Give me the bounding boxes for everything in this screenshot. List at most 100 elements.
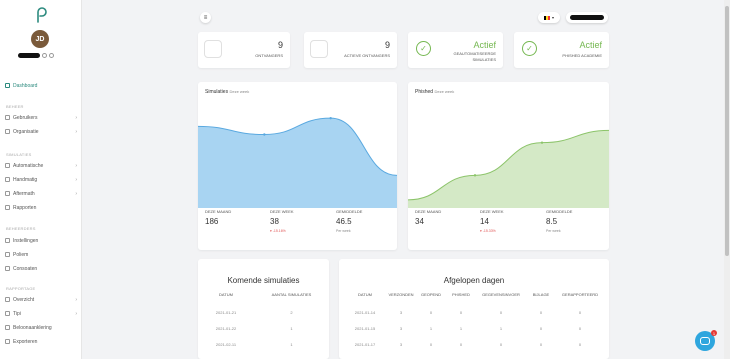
data-point[interactable] xyxy=(329,116,332,120)
stat-card-automated-simulations: ✓ Actief GEAUTOMATISEERDE SIMULATIES xyxy=(408,32,503,68)
chevron-right-icon: › xyxy=(75,176,77,183)
sidebar-item-automatische[interactable]: Automatische › xyxy=(5,161,77,170)
column-header: GERAPPORTEERD xyxy=(561,292,599,297)
link-icon xyxy=(5,266,10,271)
data-point[interactable] xyxy=(473,174,477,177)
sidebar-item-organisatie[interactable]: Organisatie › xyxy=(5,127,77,136)
chart-area xyxy=(198,118,397,208)
column-header: DATUM xyxy=(219,292,233,297)
user-name-redacted xyxy=(18,52,40,58)
table-cell: 2021-01-22 xyxy=(215,326,237,331)
chart-subtitle: Deze week xyxy=(229,89,250,94)
metric-week: DEZE WEEK 14 ▾ -15.33% xyxy=(480,209,504,233)
metric-month: DEZE MAAND 186 xyxy=(205,209,231,226)
sidebar-item-overzicht[interactable]: Overzicht › xyxy=(5,295,77,304)
table-cell: 1 xyxy=(499,326,503,331)
menu-toggle-button[interactable]: ≡ xyxy=(200,12,211,23)
table-cell: 3 xyxy=(399,342,403,347)
sidebar-item-label: Gebruikers xyxy=(13,114,38,121)
table-title: Afgelopen dagen xyxy=(443,276,505,285)
stat-value: Actief xyxy=(579,40,602,50)
data-point[interactable] xyxy=(540,141,544,144)
home-icon xyxy=(5,83,10,88)
metric-average: GEMIDDELDE 46.5 Per week xyxy=(336,209,362,233)
stat-value: 9 xyxy=(277,40,283,50)
column-header: PHISHED xyxy=(452,292,470,297)
sidebar-item-exporteren[interactable]: Exporteren xyxy=(5,337,77,346)
user-name-redacted xyxy=(570,15,604,20)
table-row: 2021-01-15 3 1 1 1 0 0 xyxy=(339,326,609,331)
table-row: 2021-01-22 1 xyxy=(198,326,329,331)
settings-icon[interactable] xyxy=(42,52,47,58)
sidebar-item-tipi[interactable]: Tipi › xyxy=(5,309,77,318)
metric-value: 46.5 xyxy=(336,217,352,226)
metric-value: 8.5 xyxy=(546,217,558,226)
sidebar-item-label: Overzicht xyxy=(13,296,35,303)
chevron-right-icon: › xyxy=(75,162,77,169)
chevron-right-icon: › xyxy=(75,114,77,121)
sidebar-item-rapporten[interactable]: Rapporten xyxy=(5,203,77,212)
column-header: GEGEVENSINVOER xyxy=(482,292,520,297)
sidebar-item-handmatig[interactable]: Handmatig › xyxy=(5,175,77,184)
stat-card-recipients: 9 ONTVANGERS xyxy=(198,32,290,68)
language-selector[interactable]: ▾ xyxy=(538,12,560,23)
table-cell: 0 xyxy=(499,310,503,315)
scrollbar-thumb[interactable] xyxy=(725,6,729,256)
sidebar-item-label: Tipi xyxy=(13,310,21,317)
data-point[interactable] xyxy=(263,133,266,136)
metric-month: DEZE MAAND 34 xyxy=(415,209,441,226)
table-row: 2021-02-11 1 xyxy=(198,342,329,347)
table-cell: 0 xyxy=(539,342,543,347)
column-header: AANTAL SIMULATIES xyxy=(271,292,312,297)
sidebar-item-gebruikers[interactable]: Gebruikers › xyxy=(5,113,77,122)
notification-badge: 1 xyxy=(711,330,717,336)
table-cell: 1 xyxy=(459,326,463,331)
metric-note: Per week xyxy=(336,229,351,233)
stat-card-active-recipients: 9 ACTIEVE ONTVANGERS xyxy=(304,32,397,68)
sidebar-item-label: Handmatig xyxy=(13,176,38,183)
table-cell: 3 xyxy=(399,326,403,331)
sidebar-item-instellingen[interactable]: Instellingen xyxy=(5,236,77,245)
check-circle-icon: ✓ xyxy=(522,41,537,56)
sidebar: JD BEHEER SIMULATIES BEHEERDERS RAPPORTAGE D… xyxy=(0,0,82,359)
table-cell: 0 xyxy=(578,342,582,347)
check-circle-icon: ✓ xyxy=(416,41,431,56)
sidebar-item-beloonaanklering[interactable]: Beloonaanklering xyxy=(5,323,77,332)
stat-label: GEAUTOMATISEERDE SIMULATIES xyxy=(453,51,496,62)
table-cell: 1 xyxy=(429,326,433,331)
logo-icon[interactable] xyxy=(34,7,48,23)
table-cell: 2 xyxy=(290,310,293,315)
table-cell: 0 xyxy=(578,326,582,331)
table-cell: 3 xyxy=(399,310,403,315)
sidebar-item-dashboard[interactable]: Dashboard xyxy=(5,81,77,90)
stat-card-phished-academy: ✓ Actief PHISHED ACADEMIE xyxy=(514,32,609,68)
table-cell: 2021-01-15 xyxy=(354,326,376,331)
section-label: BEHEER xyxy=(6,104,24,109)
sidebar-item-poliem[interactable]: Poliem xyxy=(5,250,77,259)
chevron-down-icon: ▾ xyxy=(551,15,554,20)
table-row: 2021-01-17 3 0 0 0 0 0 xyxy=(339,342,609,347)
chart-card-simulations: Simulaties Deze week DEZE MAAND 186 DEZE… xyxy=(198,82,397,250)
scrollbar[interactable] xyxy=(724,0,730,359)
sidebar-item-label: Poliem xyxy=(13,251,29,258)
sidebar-item-consoaten[interactable]: Consoaten xyxy=(5,264,77,273)
table-cell: 2021-01-21 xyxy=(215,310,237,315)
sidebar-item-label: Beloonaanklering xyxy=(13,324,52,331)
metric-value: 34 xyxy=(415,217,424,226)
metric-label: DEZE MAAND xyxy=(415,209,442,214)
logout-icon[interactable] xyxy=(49,52,54,58)
metric-average: GEMIDDELDE 8.5 Per week xyxy=(546,209,572,233)
table-cell: 0 xyxy=(578,310,582,315)
metric-value: 14 xyxy=(480,217,489,226)
user-menu-button[interactable] xyxy=(566,12,608,23)
table-cell: 2021-01-14 xyxy=(354,310,376,315)
sidebar-item-label: Dashboard xyxy=(13,82,38,89)
table-cell: 0 xyxy=(429,342,433,347)
chevron-right-icon: › xyxy=(75,128,77,135)
section-label: SIMULATIES xyxy=(6,152,32,157)
sidebar-item-aftermath[interactable]: Aftermath › xyxy=(5,189,77,198)
chevron-right-icon: › xyxy=(75,190,77,197)
chart-subtitle: Deze week xyxy=(434,89,455,94)
column-header: BIJLAGE xyxy=(532,292,550,297)
avatar[interactable]: JD xyxy=(31,30,49,48)
